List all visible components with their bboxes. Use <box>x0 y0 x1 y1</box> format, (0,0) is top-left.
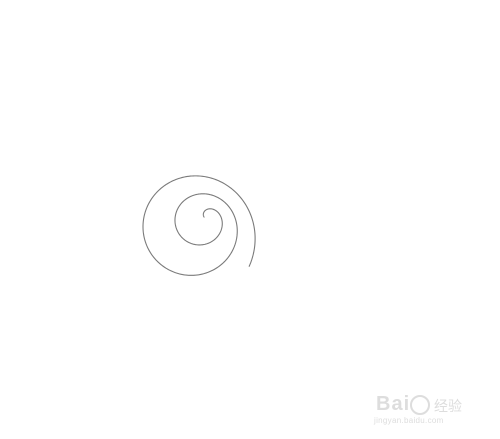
drawing-canvas: Bai 经验 jingyan.baidu.com <box>0 0 500 439</box>
spiral-drawing <box>142 175 256 276</box>
spiral-curve <box>142 175 256 276</box>
